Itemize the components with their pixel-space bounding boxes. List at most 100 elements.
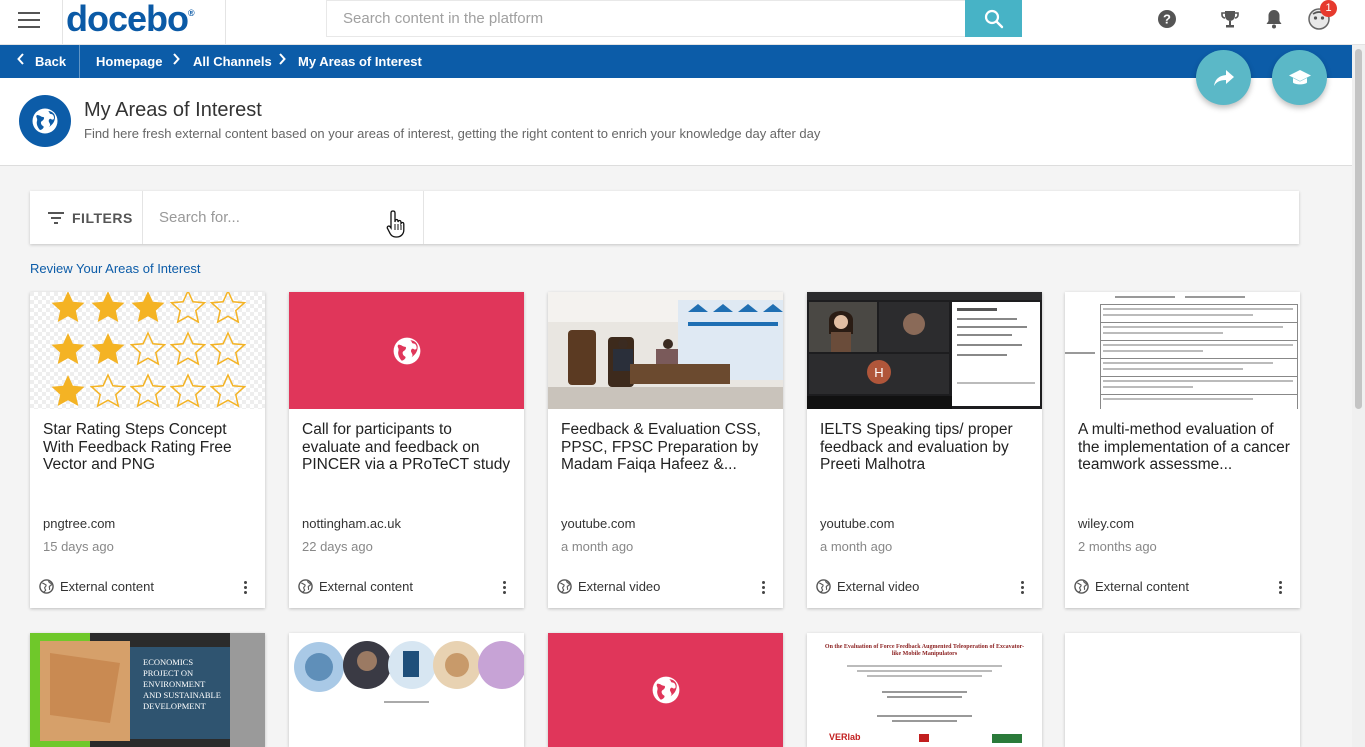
card-more-options-icon[interactable]: [501, 581, 507, 595]
economics-line: PROJECT ON: [143, 668, 194, 678]
content-card[interactable]: [548, 633, 783, 747]
platform-search-input[interactable]: [327, 1, 965, 36]
channel-globe-icon: [19, 95, 71, 147]
card-title[interactable]: Feedback & Evaluation CSS, PPSC, FPSC Pr…: [561, 421, 773, 474]
globe-icon: [393, 337, 420, 364]
globe-icon: [816, 579, 831, 594]
card-title[interactable]: A multi-method evaluation of the impleme…: [1078, 421, 1290, 474]
review-areas-link[interactable]: Review Your Areas of Interest: [30, 261, 201, 276]
economics-line: ENVIRONMENT: [143, 679, 206, 689]
filter-search-input[interactable]: [143, 191, 423, 244]
trophy-icon[interactable]: [1219, 8, 1241, 30]
card-source: nottingham.ac.uk: [302, 516, 402, 531]
card-type-label: External content: [319, 579, 413, 594]
card-date: 15 days ago: [43, 539, 114, 554]
hand-cursor-icon: [385, 209, 409, 244]
filter-icon: [48, 211, 64, 224]
card-thumbnail-document: [1065, 292, 1300, 409]
card-source: pngtree.com: [43, 516, 116, 531]
card-type-label: External video: [837, 579, 920, 594]
filters-button[interactable]: FILTERS: [30, 191, 143, 244]
card-more-options-icon[interactable]: [242, 581, 248, 595]
filter-search: [143, 191, 424, 244]
platform-search: [326, 0, 966, 37]
card-type: External content: [298, 579, 413, 594]
breadcrumb-divider: [79, 45, 80, 78]
card-type: External video: [557, 579, 660, 594]
card-type-label: External content: [1095, 579, 1189, 594]
card-title[interactable]: Star Rating Steps Concept With Feedback …: [43, 421, 255, 474]
card-thumbnail-blank: [1065, 633, 1300, 747]
card-thumbnail-video-meeting: H: [807, 292, 1042, 409]
card-more-options-icon[interactable]: [760, 581, 766, 595]
filters-label: FILTERS: [72, 209, 133, 226]
card-thumbnail-stars: [30, 292, 265, 409]
chevron-right-icon: [172, 53, 180, 68]
notification-badge: 1: [1320, 0, 1337, 17]
economics-line: DEVELOPMENT: [143, 701, 206, 711]
content-card[interactable]: On the Evaluation of Force Feedback Augm…: [807, 633, 1042, 747]
content-card[interactable]: [289, 633, 524, 747]
content-card[interactable]: Feedback & Evaluation CSS, PPSC, FPSC Pr…: [548, 292, 783, 608]
card-type: External content: [39, 579, 154, 594]
card-type: External content: [1074, 579, 1189, 594]
card-source: wiley.com: [1078, 516, 1135, 531]
content-card[interactable]: A multi-method evaluation of the impleme…: [1065, 292, 1300, 608]
card-thumbnail-placeholder: [548, 633, 783, 747]
svg-text:?: ?: [1163, 12, 1171, 27]
docebo-logo[interactable]: docebo®: [66, 0, 195, 40]
economics-line: ECONOMICS: [143, 657, 194, 667]
page-title: My Areas of Interest: [84, 99, 262, 121]
card-date: a month ago: [820, 539, 893, 554]
card-title[interactable]: IELTS Speaking tips/ proper feedback and…: [820, 421, 1032, 474]
logo-container[interactable]: docebo®: [62, 0, 226, 45]
page-header: My Areas of Interest Find here fresh ext…: [0, 78, 1352, 166]
paper-logo: VERlab: [829, 732, 861, 742]
card-thumbnail-video-room: [548, 292, 783, 409]
economics-line: AND SUSTAINABLE: [143, 690, 221, 700]
search-button[interactable]: [965, 0, 1022, 37]
card-type-label: External content: [60, 579, 154, 594]
card-date: a month ago: [561, 539, 634, 554]
breadcrumb-homepage[interactable]: Homepage: [96, 54, 162, 69]
back-link[interactable]: Back: [35, 54, 66, 69]
help-icon[interactable]: ?: [1156, 8, 1178, 30]
svg-text:H: H: [874, 365, 883, 380]
globe-icon: [1074, 579, 1089, 594]
content-card[interactable]: H IELTS Speaking tips/ proper feedback a…: [807, 292, 1042, 608]
content-card[interactable]: [1065, 633, 1300, 747]
breadcrumb-all-channels[interactable]: All Channels: [193, 54, 272, 69]
card-thumbnail-circles: [289, 633, 524, 747]
search-icon: [984, 9, 1003, 28]
content-card[interactable]: Call for participants to evaluate and fe…: [289, 292, 524, 608]
content-card[interactable]: Star Rating Steps Concept With Feedback …: [30, 292, 265, 608]
share-icon: [1213, 69, 1234, 86]
learning-button[interactable]: [1272, 50, 1327, 105]
card-thumbnail-economics: ECONOMICS PROJECT ON ENVIRONMENT AND SUS…: [30, 633, 265, 747]
breadcrumb-bar: Back Homepage All Channels My Areas of I…: [0, 45, 1352, 78]
chevron-right-icon: [278, 53, 286, 68]
hamburger-menu-icon[interactable]: [18, 12, 40, 30]
card-type: External video: [816, 579, 919, 594]
content-card[interactable]: ECONOMICS PROJECT ON ENVIRONMENT AND SUS…: [30, 633, 265, 747]
card-source: youtube.com: [820, 516, 895, 531]
bell-icon[interactable]: [1263, 8, 1285, 30]
page-scrollbar[interactable]: [1352, 45, 1365, 747]
share-button[interactable]: [1196, 50, 1251, 105]
card-title[interactable]: Call for participants to evaluate and fe…: [302, 421, 514, 474]
filter-bar: FILTERS: [30, 191, 1299, 244]
scrollbar-thumb[interactable]: [1355, 49, 1362, 409]
card-more-options-icon[interactable]: [1277, 581, 1283, 595]
globe-icon: [298, 579, 313, 594]
card-more-options-icon[interactable]: [1019, 581, 1025, 595]
card-thumbnail-placeholder: [289, 292, 524, 409]
card-type-label: External video: [578, 579, 661, 594]
card-date: 22 days ago: [302, 539, 373, 554]
top-bar: docebo® ? 1: [0, 0, 1365, 45]
page-subtitle: Find here fresh external content based o…: [84, 126, 821, 141]
globe-icon: [557, 579, 572, 594]
card-source: youtube.com: [561, 516, 636, 531]
breadcrumb-current: My Areas of Interest: [298, 54, 422, 69]
card-date: 2 months ago: [1078, 539, 1157, 554]
graduation-cap-icon: [1288, 69, 1311, 84]
